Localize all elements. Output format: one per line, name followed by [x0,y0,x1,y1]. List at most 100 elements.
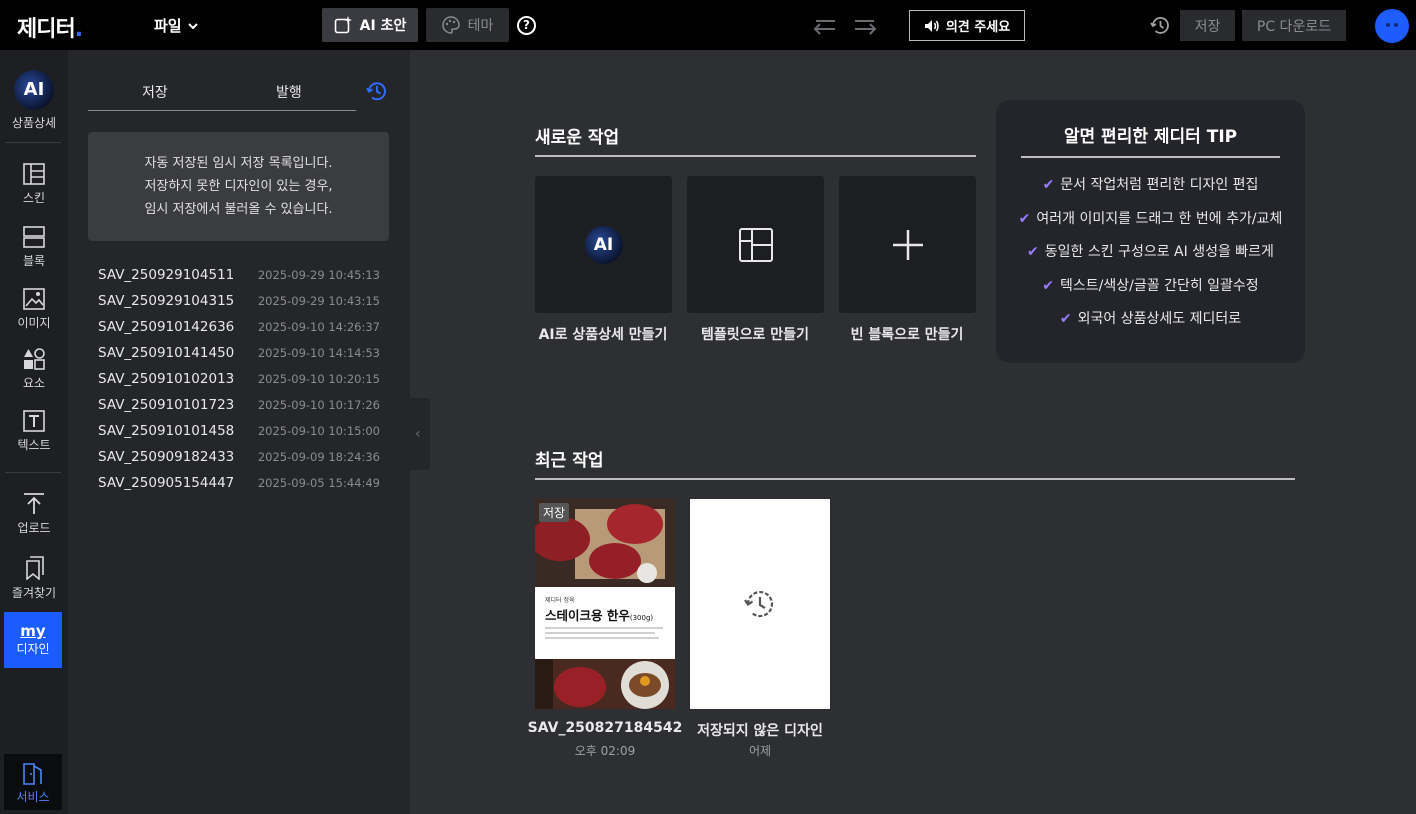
my-logo-icon: my [20,622,46,640]
rail-item-service[interactable]: 서비스 [4,754,62,810]
tip-item: ✔ 외국어 상품상세도 제디터로 [996,308,1305,342]
divider [5,472,61,473]
history-icon [744,591,774,618]
recent-work-title: 최근 작업 [535,451,604,471]
tip-text: 외국어 상품상세도 제디터로 [1077,311,1242,327]
block-icon [23,226,45,248]
rail-item-product-detail[interactable]: AI 상품상세 [0,70,68,131]
file-date: 2025-09-09 18:24:36 [257,450,380,464]
create-ai-label[interactable]: AI로 상품상세 만들기 [528,324,678,344]
rail-item-favorites[interactable]: 즐겨찾기 [0,556,68,601]
rail-label: 스킨 [22,191,46,205]
rail-label: 서비스 [16,790,50,804]
thumb-title: 스테이크용 한우 [545,608,630,623]
file-date: 2025-09-10 10:17:26 [257,398,380,412]
sparkle-edit-icon [334,16,352,34]
divider [535,155,976,157]
tip-text: 텍스트/색상/글꼴 간단히 일괄수정 [1060,277,1259,294]
create-blank-card[interactable] [839,176,976,313]
rail-item-block[interactable]: 블록 [0,226,68,269]
file-menu-label: 파일 [154,17,182,35]
text-icon [23,410,45,432]
file-date: 2025-09-05 15:44:49 [257,476,380,490]
shapes-icon [24,348,45,370]
tip-text: 문서 작업처럼 편리한 디자인 편집 [1060,177,1259,193]
recent-design-thumbnail[interactable]: 저장 제디터 정육 스테이크용 한우(300g) [535,499,675,709]
check-icon: ✔ [1042,277,1055,294]
file-name: SAV_250909182433 [98,449,235,465]
rail-item-element[interactable]: 요소 [0,348,68,391]
save-button[interactable]: 저장 [1180,10,1235,41]
list-item[interactable]: SAV_250929104315 2025-09-29 10:43:15 [98,288,380,314]
ai-draft-label: AI 초안 [359,18,407,34]
list-item[interactable]: SAV_250910101723 2025-09-10 10:17:26 [98,392,380,418]
create-ai-card[interactable]: AI [535,176,672,313]
left-rail: AI 상품상세 스킨 블록 이미지 요소 텍스트 업로드 즐겨찾기 my 디자인… [0,50,68,814]
ai-badge-icon: AI [584,225,623,264]
ai-draft-button[interactable]: AI 초안 [322,8,418,42]
file-name: SAV_250910141450 [98,345,235,361]
unsaved-design-thumbnail[interactable] [690,499,830,709]
rail-label: 즐겨찾기 [11,586,57,600]
undo-icon[interactable] [813,15,837,35]
notice-line: 자동 저장된 임시 저장 목록입니다. [144,156,333,171]
rail-label: 이미지 [17,316,51,330]
file-name: SAV_250910101458 [98,423,235,439]
app-logo[interactable]: 제디터. [17,11,83,43]
feedback-button[interactable]: 의견 주세요 [909,10,1025,41]
rail-item-skin[interactable]: 스킨 [0,163,68,206]
divider [1021,156,1280,158]
rail-item-upload[interactable]: 업로드 [0,493,68,536]
theme-button[interactable]: 테마 [426,8,509,42]
list-item[interactable]: SAV_250910101458 2025-09-10 10:15:00 [98,418,380,444]
file-name: SAV_250929104511 [98,267,235,283]
template-icon [738,227,773,262]
list-item[interactable]: SAV_250905154447 2025-09-05 15:44:49 [98,470,380,496]
rail-label: 요소 [22,376,46,390]
rail-label: 텍스트 [17,438,51,452]
create-template-label[interactable]: 템플릿으로 만들기 [680,324,830,344]
history-icon[interactable] [366,80,388,102]
list-item[interactable]: SAV_250910102013 2025-09-10 10:20:15 [98,366,380,392]
thumb-brand-text: 제디터 정육 [545,597,575,604]
rail-label: 디자인 [16,642,50,656]
list-item[interactable]: SAV_250910141450 2025-09-10 14:14:53 [98,340,380,366]
upload-icon [24,493,44,514]
feedback-label: 의견 주세요 [945,20,1011,35]
redo-icon[interactable] [853,15,877,35]
help-icon[interactable]: ? [517,16,536,35]
tip-text: 동일한 스킨 구성으로 AI 생성을 빠르게 [1044,244,1274,260]
list-item[interactable]: SAV_250910142636 2025-09-10 14:26:37 [98,314,380,340]
top-bar: 제디터. 파일 AI 초안 테마 ? 의견 주세요 저장 PC 다운로드 [0,0,1416,50]
chevron-down-icon [187,23,198,30]
avatar[interactable] [1375,9,1409,43]
rail-item-image[interactable]: 이미지 [0,288,68,331]
temp-save-panel: 저장 발행 자동 저장된 임시 저장 목록입니다. 저장하지 못한 디자인이 있… [68,50,410,814]
list-item[interactable]: SAV_250929104511 2025-09-29 10:45:13 [98,262,380,288]
unsaved-design-name[interactable]: 저장되지 않은 디자인 [680,720,840,740]
notice-line: 임시 저장에서 불러올 수 있습니다. [144,202,333,217]
rail-item-my-design[interactable]: my 디자인 [4,612,62,668]
file-date: 2025-09-10 14:14:53 [257,346,380,360]
history-icon[interactable] [1150,15,1171,36]
pc-download-button[interactable]: PC 다운로드 [1242,10,1346,41]
palette-icon [441,16,460,34]
create-blank-label[interactable]: 빈 블록으로 만들기 [832,324,982,344]
chevron-left-icon: ‹ [415,426,421,442]
file-date: 2025-09-10 14:26:37 [257,320,380,334]
panel-collapse-handle[interactable]: ‹ [410,398,430,470]
recent-design-time: 오후 02:09 [574,744,636,758]
file-date: 2025-09-10 10:15:00 [257,424,380,438]
steak-photo-image [535,499,675,709]
tab-save[interactable]: 저장 [142,82,168,102]
tip-item: ✔ 텍스트/색상/글꼴 간단히 일괄수정 [996,275,1305,309]
rail-item-text[interactable]: 텍스트 [0,410,68,453]
rail-label: 상품상세 [11,116,57,130]
logo-text: 제디터 [17,17,76,42]
file-menu[interactable]: 파일 [154,15,198,36]
file-name: SAV_250910142636 [98,319,235,335]
recent-design-name[interactable]: SAV_250827184542 [525,720,685,736]
list-item[interactable]: SAV_250909182433 2025-09-09 18:24:36 [98,444,380,470]
create-template-card[interactable] [687,176,824,313]
tab-publish[interactable]: 발행 [276,82,302,102]
